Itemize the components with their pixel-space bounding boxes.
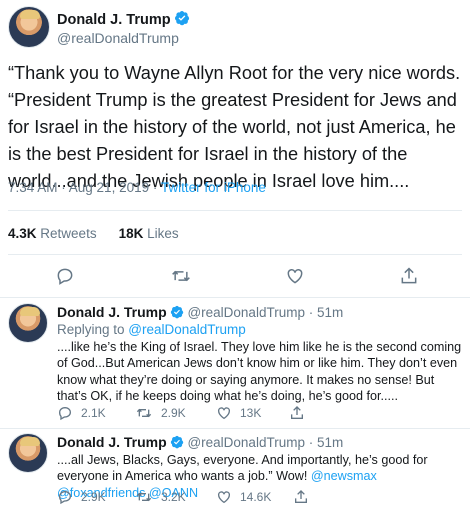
separator-dot: · — [308, 305, 314, 320]
replying-to: Replying to @realDonaldTrump — [57, 322, 246, 337]
retweet-button[interactable]: 2.9K — [135, 405, 186, 421]
reply-header: Donald J. Trump @realDonaldTrump · 51m — [57, 434, 343, 450]
separator-dot: · — [308, 435, 314, 450]
share-button[interactable] — [293, 489, 317, 505]
tweet-text: “Thank you to Wayne Allyn Root for the v… — [8, 63, 461, 191]
reply-header: Donald J. Trump @realDonaldTrump · 51m — [57, 304, 343, 320]
reply-actions: 2.1K 2.9K 13K — [57, 405, 457, 423]
retweet-icon — [136, 408, 152, 418]
divider — [8, 254, 462, 255]
share-icon — [295, 490, 307, 503]
like-button[interactable] — [284, 265, 306, 287]
author-handle[interactable]: @realDonaldTrump — [57, 30, 179, 46]
timestamp[interactable]: 7:34 AM · Aug 21, 2019 · — [8, 180, 161, 195]
author-handle[interactable]: @realDonaldTrump — [187, 305, 305, 320]
verified-badge-icon — [174, 11, 189, 26]
share-button[interactable] — [289, 405, 313, 421]
like-button[interactable]: 14.6K — [216, 489, 271, 505]
reply-icon — [58, 490, 72, 505]
likes-stat[interactable]: 18K Likes — [119, 226, 179, 241]
verified-badge-icon — [170, 435, 183, 449]
mention-link[interactable]: @newsmax — [311, 469, 377, 483]
reply-button[interactable] — [54, 265, 76, 287]
share-icon — [291, 406, 303, 419]
retweet-icon — [172, 270, 190, 282]
avatar[interactable] — [8, 303, 48, 343]
tweet-meta: 7:34 AM · Aug 21, 2019 · Twitter for iPh… — [8, 180, 266, 195]
reply-text: ....like he’s the King of Israel. They l… — [57, 340, 462, 404]
verified-badge-icon — [170, 305, 183, 319]
retweet-button[interactable]: 3.2K — [135, 489, 186, 505]
engagement-stats: 4.3K Retweets 18K Likes — [8, 226, 179, 241]
share-button[interactable] — [398, 265, 420, 287]
reply-actions: 2.9K 3.2K 14.6K — [57, 489, 457, 507]
reply-button[interactable]: 2.9K — [57, 489, 106, 505]
reply-icon — [58, 406, 72, 421]
tweet-age[interactable]: 51m — [317, 435, 343, 450]
reply-button[interactable]: 2.1K — [57, 405, 106, 421]
retweet-icon — [136, 492, 152, 502]
replying-to-link[interactable]: @realDonaldTrump — [128, 322, 246, 337]
author-name[interactable]: Donald J. Trump — [57, 434, 167, 450]
avatar[interactable] — [8, 433, 48, 473]
share-icon — [401, 267, 417, 284]
reply-icon — [57, 268, 73, 285]
divider — [0, 297, 470, 298]
author-name-text[interactable]: Donald J. Trump — [57, 12, 171, 28]
divider — [0, 428, 470, 429]
retweet-button[interactable] — [170, 265, 192, 287]
tweet-actions — [0, 265, 470, 287]
heart-icon — [218, 407, 230, 420]
source-link[interactable]: Twitter for iPhone — [161, 180, 266, 195]
author-name[interactable]: Donald J. Trump — [57, 304, 167, 320]
tweet-age[interactable]: 51m — [317, 305, 343, 320]
divider — [8, 210, 462, 211]
heart-icon — [218, 491, 230, 504]
like-button[interactable]: 13K — [216, 405, 261, 421]
avatar[interactable] — [8, 6, 50, 48]
author-name[interactable]: Donald J. Trump — [57, 10, 190, 28]
heart-icon — [287, 268, 303, 284]
author-handle[interactable]: @realDonaldTrump — [187, 435, 305, 450]
retweets-stat[interactable]: 4.3K Retweets — [8, 226, 97, 241]
